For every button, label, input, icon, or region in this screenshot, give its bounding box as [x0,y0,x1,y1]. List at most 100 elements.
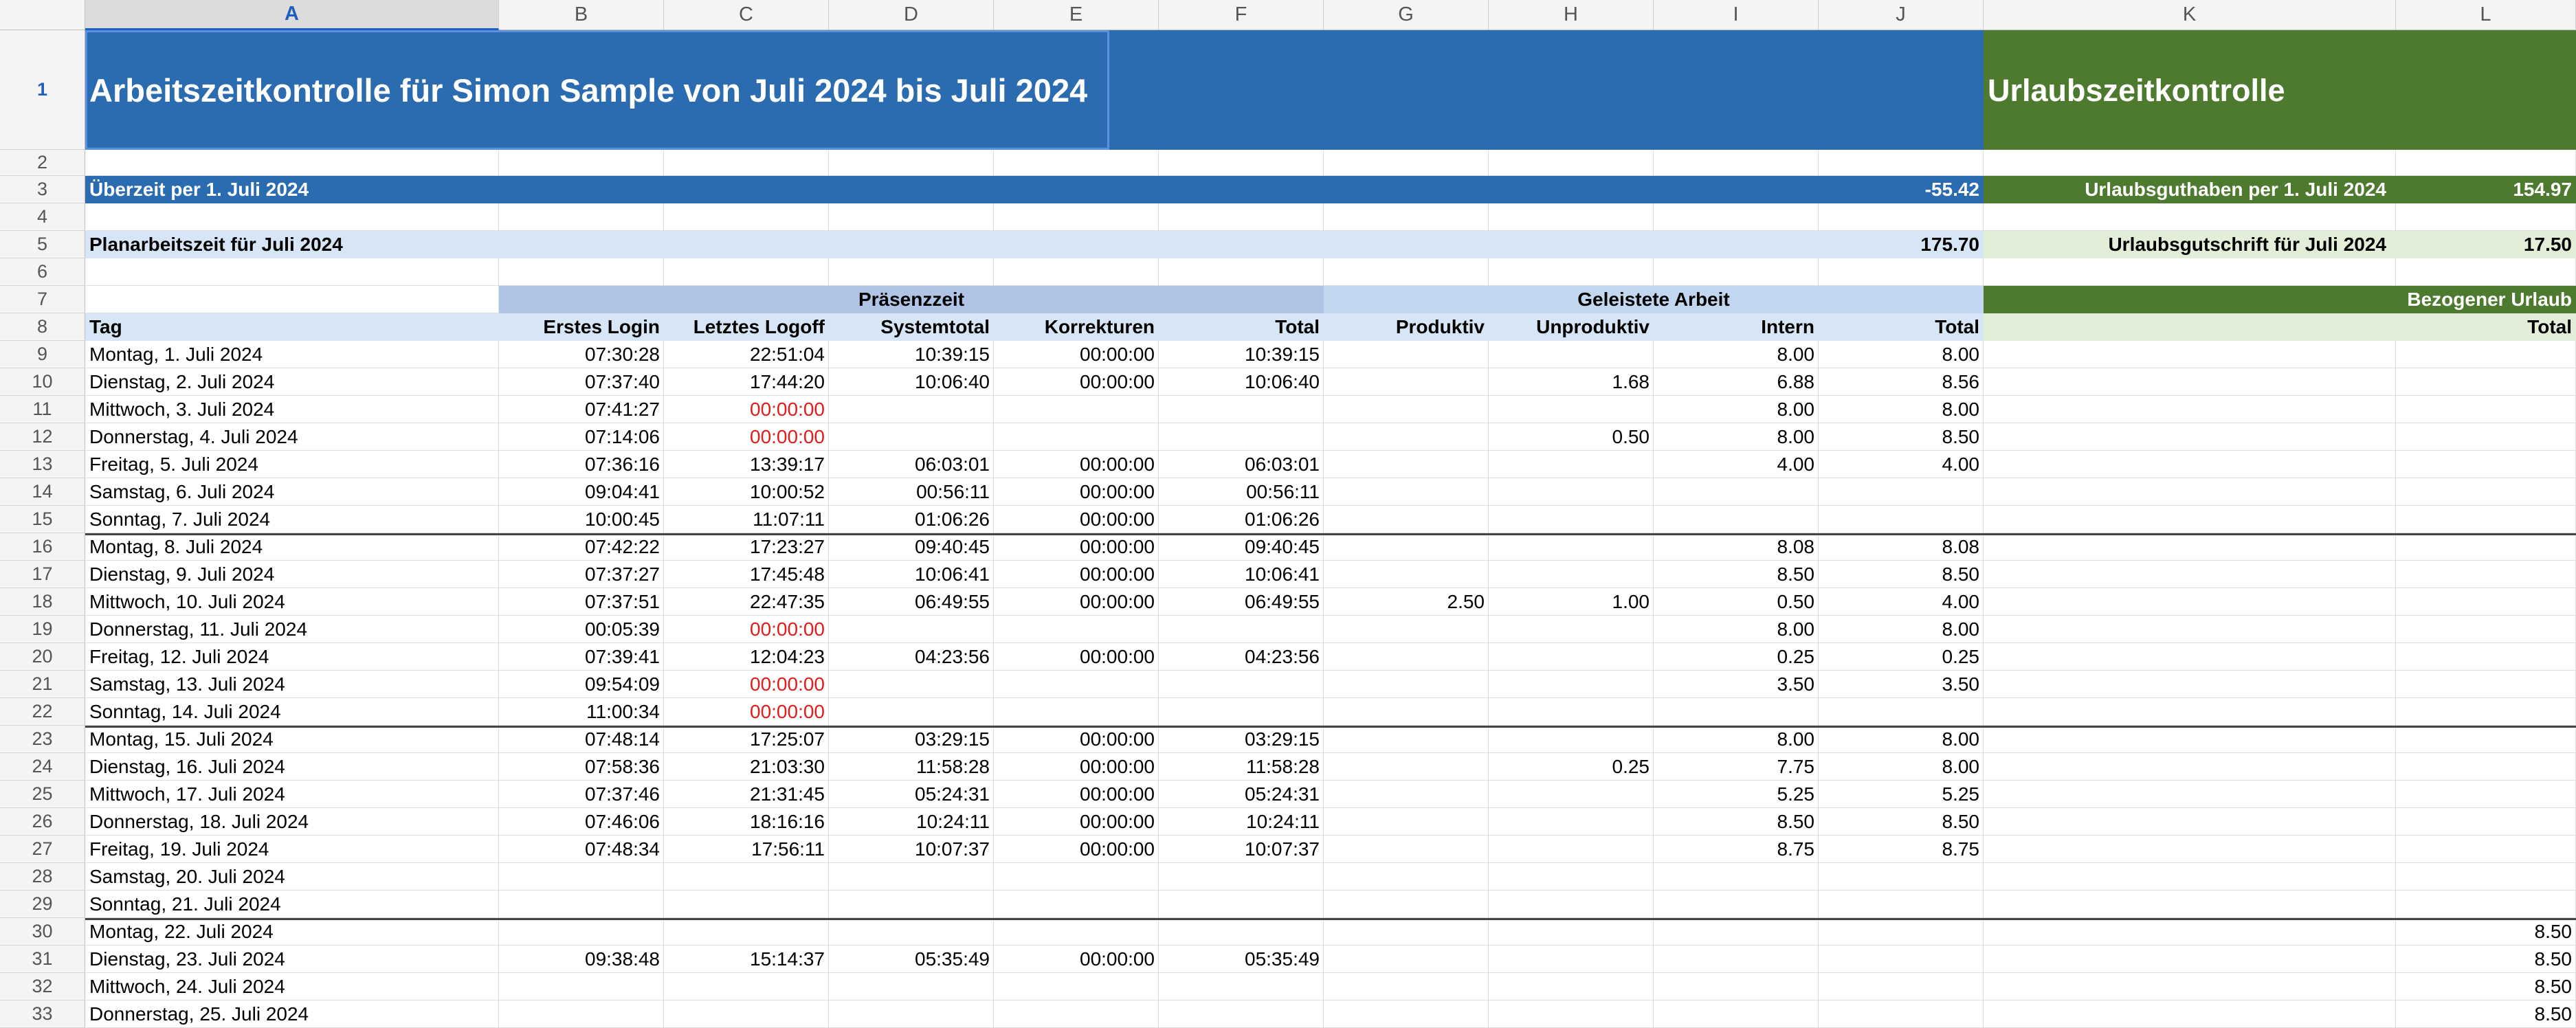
grid-cell[interactable] [1654,258,1819,286]
header-total[interactable]: Total [2396,313,2576,341]
value-total[interactable] [1159,891,1324,918]
value-login[interactable]: 07:39:41 [499,643,664,671]
value-vac[interactable] [2396,726,2576,753]
day-label[interactable]: Samstag, 13. Juli 2024 [85,671,499,698]
value-vac[interactable] [2396,891,2576,918]
value-unprod[interactable] [1489,781,1654,808]
value-unprod[interactable] [1489,671,1654,698]
grid-cell[interactable] [85,203,499,231]
value-intern[interactable]: 8.00 [1654,396,1819,423]
value-intern[interactable]: 8.08 [1654,533,1819,561]
value-logoff[interactable]: 17:45:48 [664,561,829,588]
group-work[interactable]: Geleistete Arbeit [1324,286,1984,313]
row-header-13[interactable]: 13 [0,451,85,478]
value-prod[interactable] [1324,616,1489,643]
value-vac[interactable] [2396,561,2576,588]
value-unprod[interactable] [1489,1001,1654,1028]
value-total[interactable]: 06:49:55 [1159,588,1324,616]
day-label[interactable]: Sonntag, 21. Juli 2024 [85,891,499,918]
value-logoff[interactable]: 17:23:27 [664,533,829,561]
value-total[interactable] [1159,863,1324,891]
row-header-3[interactable]: 3 [0,176,85,203]
value-vac[interactable] [2396,863,2576,891]
row-header-29[interactable]: 29 [0,891,85,918]
value-korr[interactable] [994,616,1159,643]
value-system[interactable]: 10:39:15 [829,341,994,368]
value-total[interactable] [1159,671,1324,698]
value-intern[interactable] [1654,891,1819,918]
value-intern[interactable]: 8.75 [1654,836,1819,863]
value-unprod[interactable] [1489,698,1654,726]
grid-cell[interactable] [85,150,499,176]
row-header-32[interactable]: 32 [0,973,85,1001]
day-label[interactable]: Freitag, 5. Juli 2024 [85,451,499,478]
value-login[interactable]: 07:30:28 [499,341,664,368]
value-intern[interactable]: 8.00 [1654,616,1819,643]
value-login[interactable]: 00:05:39 [499,616,664,643]
row-header-30[interactable]: 30 [0,918,85,946]
value-korr[interactable]: 00:00:00 [994,451,1159,478]
value-unprod[interactable] [1489,946,1654,973]
value-unprod[interactable] [1489,396,1654,423]
value-prod[interactable] [1324,561,1489,588]
grid-cell[interactable] [829,258,994,286]
value-vac[interactable] [2396,341,2576,368]
sheet-title[interactable]: Arbeitszeitkontrolle für Simon Sample vo… [85,30,1984,150]
header-empty[interactable] [1984,313,2396,341]
value-vac[interactable] [2396,533,2576,561]
value-wtotal[interactable]: 4.00 [1819,451,1984,478]
value-vac[interactable] [2396,368,2576,396]
value-total[interactable] [1159,973,1324,1001]
value-total[interactable]: 05:35:49 [1159,946,1324,973]
value-korr[interactable]: 00:00:00 [994,753,1159,781]
value-intern[interactable]: 4.00 [1654,451,1819,478]
day-label[interactable]: Montag, 15. Juli 2024 [85,726,499,753]
grid-cell[interactable] [1324,203,1489,231]
value-unprod[interactable] [1489,616,1654,643]
day-label[interactable]: Donnerstag, 11. Juli 2024 [85,616,499,643]
grid-cell[interactable] [1324,258,1489,286]
value-logoff[interactable] [664,918,829,946]
grid-cell[interactable] [829,150,994,176]
value-logoff[interactable]: 18:16:16 [664,808,829,836]
row-header-1[interactable]: 1 [0,30,85,150]
value-intern[interactable] [1654,506,1819,533]
header-systemtotal[interactable]: Systemtotal [829,313,994,341]
row-header-27[interactable]: 27 [0,836,85,863]
header-erstes-login[interactable]: Erstes Login [499,313,664,341]
value-korr[interactable] [994,698,1159,726]
header-tag[interactable]: Tag [85,313,499,341]
value-logoff[interactable]: 00:00:00 [664,698,829,726]
spreadsheet[interactable]: A B C D E F G H I J K L 1 2 3 4 5 6 7 8 9 10 11 12 13 14 15 16 17 18 1… [0,0,2576,1028]
header-produktiv[interactable]: Produktiv [1324,313,1489,341]
value-unprod[interactable] [1489,726,1654,753]
row-header-15[interactable]: 15 [0,506,85,533]
grid-cell[interactable] [1324,150,1489,176]
value-system[interactable]: 04:23:56 [829,643,994,671]
value-vac[interactable]: 8.50 [2396,918,2576,946]
value-system[interactable]: 10:06:41 [829,561,994,588]
value-logoff[interactable] [664,891,829,918]
value-system[interactable]: 06:49:55 [829,588,994,616]
value-wtotal[interactable]: 0.25 [1819,643,1984,671]
value-prod[interactable] [1324,368,1489,396]
value-login[interactable]: 07:41:27 [499,396,664,423]
value-vac[interactable]: 8.50 [2396,946,2576,973]
grid-cell[interactable] [829,203,994,231]
row-header-11[interactable]: 11 [0,396,85,423]
day-label[interactable]: Donnerstag, 18. Juli 2024 [85,808,499,836]
value-system[interactable] [829,973,994,1001]
value-logoff[interactable] [664,1001,829,1028]
value-wtotal[interactable]: 8.00 [1819,396,1984,423]
row-header-7[interactable]: 7 [0,286,85,313]
value-system[interactable] [829,423,994,451]
value-wtotal[interactable] [1819,1001,1984,1028]
value-vac[interactable] [2396,643,2576,671]
value-system[interactable]: 09:40:45 [829,533,994,561]
day-label[interactable]: Montag, 1. Juli 2024 [85,341,499,368]
day-label[interactable]: Donnerstag, 4. Juli 2024 [85,423,499,451]
value-login[interactable]: 09:38:48 [499,946,664,973]
value-login[interactable]: 07:37:46 [499,781,664,808]
column-header-B[interactable]: B [499,0,664,30]
value-total[interactable]: 03:29:15 [1159,726,1324,753]
